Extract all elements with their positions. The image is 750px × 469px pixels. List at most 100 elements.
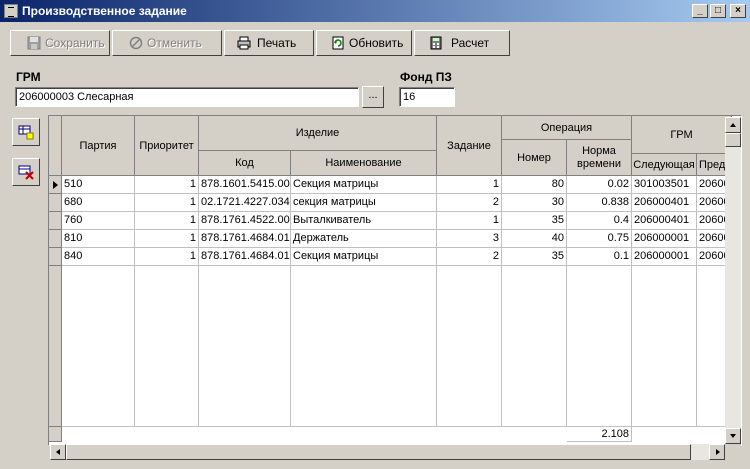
calculate-button[interactable]: Расчет <box>414 30 510 56</box>
column-divider <box>631 266 632 442</box>
cell-next-grm[interactable]: 206000001 <box>632 248 697 266</box>
column-divider <box>501 266 502 442</box>
current-row-indicator <box>49 176 62 194</box>
cell-kod[interactable]: 02.1721.4227.034 <box>199 194 291 212</box>
cell-next-grm[interactable]: 206000001 <box>632 230 697 248</box>
cell-priority[interactable]: 1 <box>135 176 199 194</box>
delete-row-icon <box>18 165 34 180</box>
arrow-right-icon <box>716 449 720 455</box>
cell-zadanie[interactable]: 1 <box>437 212 502 230</box>
horizontal-scroll-thumb[interactable] <box>66 444 691 460</box>
cell-naimenovanie[interactable]: Выталкиватель <box>291 212 437 230</box>
cell-zadanie[interactable]: 3 <box>437 230 502 248</box>
cell-nomer[interactable]: 80 <box>502 176 567 194</box>
scroll-left-button[interactable] <box>50 444 66 460</box>
col-header-zadanie[interactable]: Задание <box>437 116 502 176</box>
cell-norma[interactable]: 0.75 <box>567 230 632 248</box>
cell-nomer[interactable]: 30 <box>502 194 567 212</box>
vertical-scrollbar[interactable] <box>725 117 741 444</box>
cell-kod[interactable]: 878.1761.4684.014 <box>199 230 291 248</box>
scroll-up-button[interactable] <box>725 117 741 133</box>
close-button[interactable]: × <box>730 4 746 18</box>
row-indicator <box>49 248 62 266</box>
cell-nomer[interactable]: 40 <box>502 230 567 248</box>
cell-partiya[interactable]: 510 <box>62 176 135 194</box>
cell-kod[interactable]: 878.1761.4522.005 <box>199 212 291 230</box>
col-header-nomer[interactable]: Номер <box>502 140 567 176</box>
cell-next-grm[interactable]: 301003501 <box>632 176 697 194</box>
col-header-priority[interactable]: Приоритет <box>135 116 199 176</box>
delete-row-button[interactable] <box>12 158 40 186</box>
cell-norma[interactable]: 0.02 <box>567 176 632 194</box>
row-indicator <box>49 212 62 230</box>
arrow-up-icon <box>730 123 736 127</box>
total-norma: 2.108 <box>567 426 632 442</box>
column-divider <box>134 266 135 442</box>
cell-kod[interactable]: 878.1761.4684.01 <box>199 248 291 266</box>
col-header-grm: ГРМ <box>632 116 732 154</box>
cell-norma[interactable]: 0.1 <box>567 248 632 266</box>
col-header-operaciya: Операция <box>502 116 632 140</box>
col-header-partiya[interactable]: Партия <box>62 116 135 176</box>
cell-next-grm[interactable]: 206000401 <box>632 212 697 230</box>
print-button[interactable]: Печать <box>224 30 314 56</box>
cell-zadanie[interactable]: 2 <box>437 248 502 266</box>
cell-naimenovanie[interactable]: Секция матрицы <box>291 176 437 194</box>
fund-label: Фонд ПЗ <box>400 70 452 84</box>
col-header-kod[interactable]: Код <box>199 151 291 176</box>
task-grid[interactable]: Партия Приоритет Изделие Код Наименовани… <box>48 115 742 446</box>
cell-nomer[interactable]: 35 <box>502 248 567 266</box>
cell-partiya[interactable]: 840 <box>62 248 135 266</box>
refresh-button[interactable]: Обновить <box>316 30 412 56</box>
grm-lookup-button[interactable]: ... <box>362 86 384 108</box>
cell-norma[interactable]: 0.4 <box>567 212 632 230</box>
row-indicator <box>49 230 62 248</box>
horizontal-scrollbar[interactable] <box>50 444 725 460</box>
col-header-norma[interactable]: Норма времени <box>567 140 632 176</box>
cell-partiya[interactable]: 760 <box>62 212 135 230</box>
column-divider <box>566 266 567 442</box>
cell-zadanie[interactable]: 2 <box>437 194 502 212</box>
maximize-button[interactable]: □ <box>710 4 726 18</box>
cell-zadanie[interactable]: 1 <box>437 176 502 194</box>
cell-norma[interactable]: 0.838 <box>567 194 632 212</box>
grm-field[interactable]: 206000003 Слесарная <box>15 87 359 107</box>
cell-priority[interactable]: 1 <box>135 230 199 248</box>
cell-priority[interactable]: 1 <box>135 212 199 230</box>
add-row-button[interactable] <box>12 118 40 146</box>
header-corner <box>49 116 62 176</box>
col-header-sleduyushaya[interactable]: Следующая <box>632 154 697 176</box>
cell-priority[interactable]: 1 <box>135 194 199 212</box>
cell-naimenovanie[interactable]: Держатель <box>291 230 437 248</box>
title-bar: Производственное задание _ □ × <box>0 0 750 22</box>
cell-partiya[interactable]: 680 <box>62 194 135 212</box>
row-indicator <box>49 194 62 212</box>
cell-priority[interactable]: 1 <box>135 248 199 266</box>
col-header-naimenovanie[interactable]: Наименование <box>291 151 437 176</box>
vertical-scroll-thumb[interactable] <box>725 133 741 147</box>
scroll-right-button[interactable] <box>709 444 725 460</box>
row-pointer-icon <box>53 181 58 189</box>
printer-icon <box>237 36 251 50</box>
cell-naimenovanie[interactable]: Секция матрицы <box>291 248 437 266</box>
empty-indicator-column <box>49 266 62 426</box>
floppy-disk-icon <box>27 36 41 50</box>
cell-next-grm[interactable]: 206000401 <box>632 194 697 212</box>
minimize-button[interactable]: _ <box>692 4 708 18</box>
cell-kod[interactable]: 878.1601.5415.000 <box>199 176 291 194</box>
refresh-label: Обновить <box>349 36 404 50</box>
refresh-icon <box>332 36 344 50</box>
save-button[interactable]: Сохранить <box>10 30 110 56</box>
cell-partiya[interactable]: 810 <box>62 230 135 248</box>
column-divider <box>696 266 697 442</box>
scroll-down-button[interactable] <box>725 428 741 444</box>
fund-field[interactable]: 16 <box>399 87 455 107</box>
arrow-down-icon <box>730 434 736 438</box>
calculator-icon <box>430 36 442 50</box>
add-row-icon <box>18 125 34 140</box>
app-icon <box>4 4 18 18</box>
cancel-button[interactable]: Отменить <box>112 30 222 56</box>
save-label: Сохранить <box>45 36 105 50</box>
cell-nomer[interactable]: 35 <box>502 212 567 230</box>
cell-naimenovanie[interactable]: секция матрицы <box>291 194 437 212</box>
